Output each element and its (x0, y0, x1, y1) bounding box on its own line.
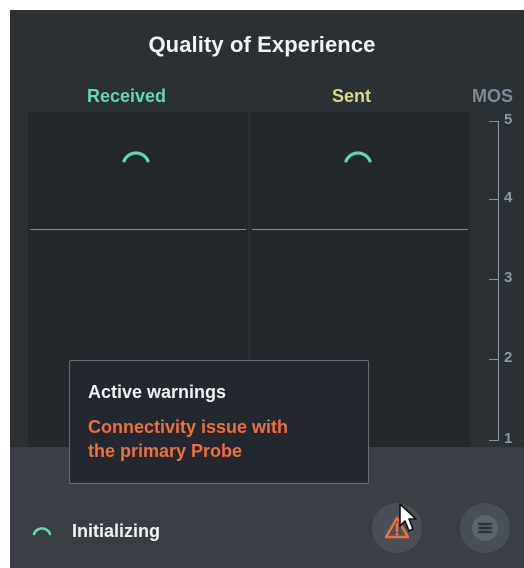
mos-tick-label-5: 5 (504, 111, 513, 128)
mos-tick-5 (489, 121, 498, 122)
hamburger-menu-icon (472, 515, 498, 541)
tooltip-message: Connectivity issue with the primary Prob… (88, 415, 350, 463)
mos-tick-label-2: 2 (504, 349, 513, 366)
mos-tick-label-4: 4 (504, 189, 513, 206)
received-loading-spinner-icon (122, 151, 150, 163)
sent-threshold-line (252, 229, 468, 230)
qoe-panel: Quality of Experience Received Sent MOS … (10, 10, 524, 568)
received-threshold-line (30, 229, 246, 230)
mos-tick-3 (489, 279, 498, 280)
mos-tick-1 (489, 440, 498, 441)
tooltip-message-line-1: Connectivity issue with (88, 417, 289, 437)
tooltip-message-line-2: the primary Probe (88, 441, 243, 461)
sent-loading-spinner-icon (344, 151, 372, 163)
mos-tick-4 (489, 199, 498, 200)
status-spinner-icon (32, 527, 52, 536)
mos-tick-2 (489, 359, 498, 360)
mos-tick-label-1: 1 (504, 430, 513, 447)
mos-axis-label: MOS (472, 86, 514, 106)
received-column-label: Received (87, 86, 167, 106)
mos-tick-label-3: 3 (504, 269, 513, 286)
active-warnings-tooltip: Active warnings Connectivity issue with … (69, 360, 369, 484)
mos-axis: 5 4 3 2 1 (482, 111, 522, 447)
menu-button[interactable] (460, 503, 510, 553)
status-text: Initializing (72, 521, 160, 541)
mouse-cursor-icon (399, 503, 417, 532)
panel-title: Quality of Experience (148, 32, 376, 57)
mos-axis-line (498, 121, 499, 441)
sent-column-label: Sent (332, 86, 372, 106)
tooltip-title: Active warnings (88, 382, 227, 402)
